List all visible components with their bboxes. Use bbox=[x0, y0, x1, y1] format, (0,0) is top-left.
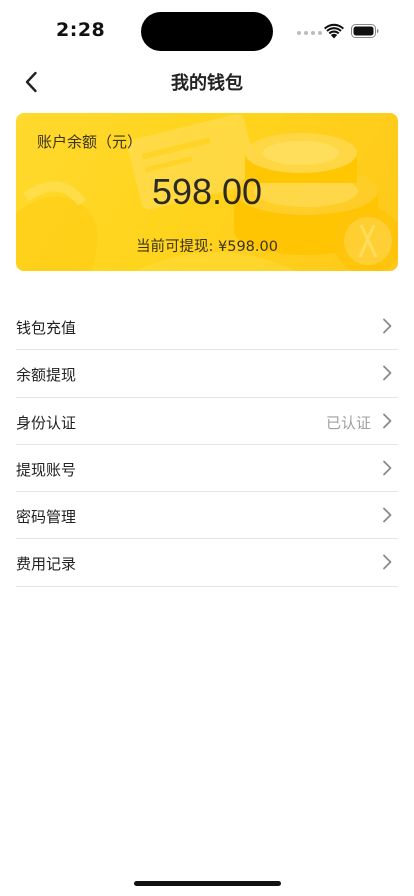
menu-item-identity-verification[interactable]: 身份认证 已认证 bbox=[16, 398, 398, 445]
balance-label: 账户余额（元） bbox=[37, 133, 143, 151]
wallet-balance-card: 账户余额（元） 598.00 当前可提现: ¥598.00 bbox=[16, 113, 398, 271]
chevron-right-icon bbox=[383, 460, 392, 476]
status-bar: 2:28 bbox=[0, 0, 414, 60]
menu-item-fee-records[interactable]: 费用记录 bbox=[16, 539, 398, 587]
menu-item-label: 提现账号 bbox=[16, 460, 77, 479]
menu-item-label: 密码管理 bbox=[16, 508, 77, 527]
wifi-icon bbox=[324, 23, 344, 39]
cellular-signal-icon bbox=[297, 31, 322, 35]
home-indicator[interactable] bbox=[134, 881, 281, 886]
menu-item-label: 费用记录 bbox=[16, 555, 77, 574]
menu-item-label: 身份认证 bbox=[16, 413, 77, 432]
menu-item-withdraw-account[interactable]: 提现账号 bbox=[16, 445, 398, 493]
chevron-right-icon bbox=[383, 555, 392, 570]
chevron-right-icon bbox=[383, 507, 392, 523]
balance-amount: 598.00 bbox=[151, 171, 263, 212]
chevron-right-icon bbox=[383, 413, 392, 428]
menu-item-label: 余额提现 bbox=[16, 366, 77, 385]
chevron-right-icon bbox=[383, 365, 392, 381]
page-title: 我的钱包 bbox=[171, 73, 243, 94]
navigation-bar: 我的钱包 bbox=[0, 60, 414, 104]
battery-icon bbox=[351, 24, 379, 38]
withdrawable-amount: 当前可提现: ¥598.00 bbox=[136, 239, 278, 255]
wallet-menu-list: 钱包充值 余额提现 身份认证 已认证 提现账号 密码管理 费用记录 bbox=[16, 303, 398, 587]
menu-item-recharge[interactable]: 钱包充值 bbox=[16, 303, 398, 351]
menu-item-label: 钱包充值 bbox=[16, 319, 77, 337]
chevron-right-icon bbox=[383, 318, 392, 334]
verification-status: 已认证 bbox=[325, 413, 371, 432]
menu-item-withdraw[interactable]: 余额提现 bbox=[16, 350, 398, 398]
dynamic-island bbox=[141, 12, 273, 51]
status-time: 2:28 bbox=[56, 19, 106, 41]
menu-item-password-management[interactable]: 密码管理 bbox=[16, 492, 398, 540]
